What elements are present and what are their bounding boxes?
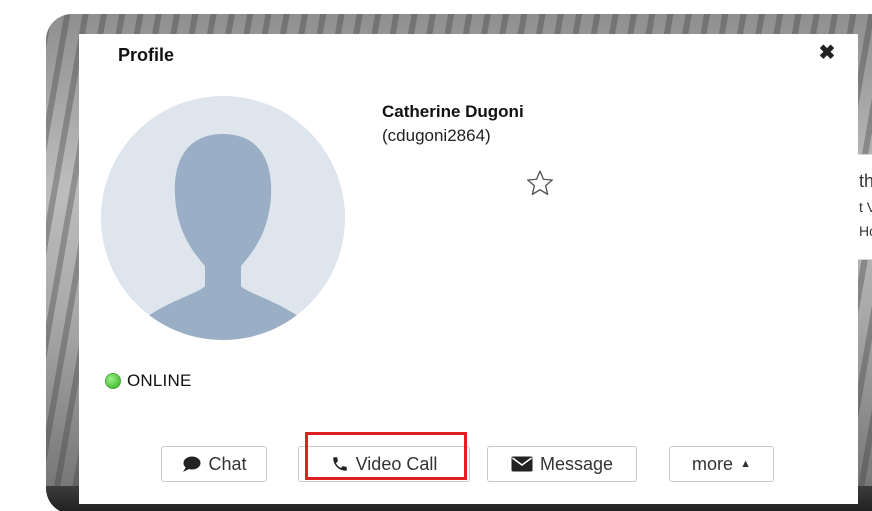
person-silhouette-icon: [101, 96, 345, 340]
more-button[interactable]: more ▲: [669, 446, 774, 482]
caret-up-icon: ▲: [740, 458, 751, 470]
action-bar: Chat Video Call Message more ▲: [79, 446, 858, 486]
presence-status: ONLINE: [105, 371, 192, 391]
star-outline-icon[interactable]: [525, 168, 555, 198]
close-icon[interactable]: ✖: [816, 42, 838, 64]
background-side-text-2: t V: [859, 199, 872, 215]
chat-button-label: Chat: [208, 453, 247, 474]
chat-button[interactable]: Chat: [161, 446, 267, 482]
online-indicator-icon: [105, 373, 121, 389]
modal-title: Profile: [118, 45, 175, 65]
user-handle: (cdugoni2864): [382, 126, 491, 145]
video-call-button-label: Video Call: [355, 453, 438, 474]
message-button[interactable]: Message: [487, 446, 637, 482]
background-side-text-3: Hc: [859, 223, 872, 239]
background-side-text-1: th: [859, 171, 872, 191]
screenshot-stage: th t V Hc Profile ✖ Catherine Dugoni (cd…: [0, 0, 872, 511]
avatar: [101, 96, 345, 340]
speech-bubble-icon: [183, 456, 201, 472]
profile-modal: Profile ✖ Catherine Dugoni (cdugoni2864)…: [79, 34, 858, 504]
video-call-button[interactable]: Video Call: [298, 446, 470, 482]
more-button-label: more: [692, 453, 734, 474]
message-button-label: Message: [539, 453, 614, 474]
status-label: ONLINE: [127, 371, 192, 390]
user-name: Catherine Dugoni: [382, 102, 524, 121]
phone-icon: [332, 457, 347, 471]
envelope-icon: [511, 456, 533, 472]
